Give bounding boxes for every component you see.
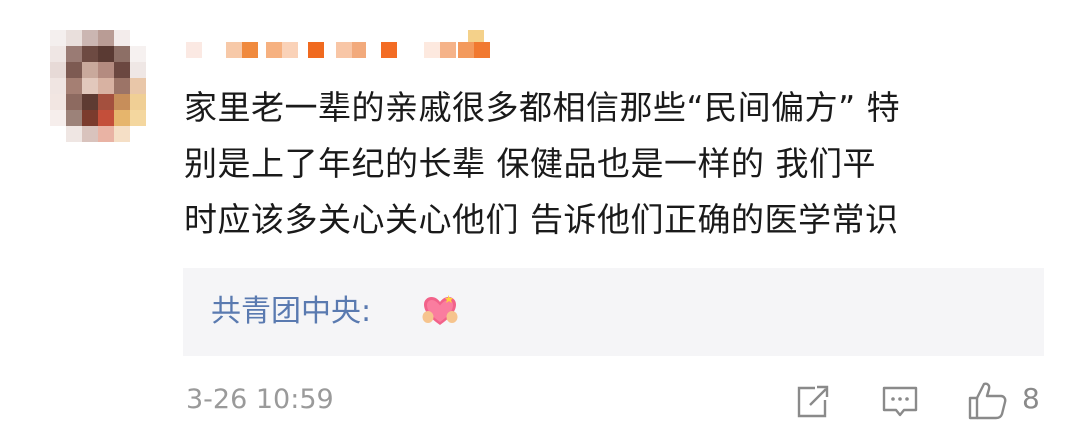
reply-box[interactable]: 共青团中央: (183, 268, 1044, 356)
comment-text: 家里老一辈的亲戚很多都相信那些“民间偏方” 特 别是上了年纪的长辈 保健品也是一… (184, 80, 1040, 248)
comment-line: 家里老一辈的亲戚很多都相信那些“民间偏方” 特 (184, 88, 901, 127)
username-masked[interactable] (186, 28, 496, 68)
comment-line: 时应该多关心关心他们 告诉他们正确的医学常识 (184, 200, 899, 239)
like-count: 8 (1022, 382, 1040, 415)
timestamp: 3-26 10:59 (186, 384, 334, 415)
thumbs-up-icon[interactable] (966, 378, 1010, 422)
reply-author[interactable]: 共青团中央: (211, 292, 371, 332)
avatar[interactable] (50, 30, 146, 142)
comment-line: 别是上了年纪的长辈 保健品也是一样的 我们平 (184, 144, 876, 183)
heart-hands-emoji-icon (421, 292, 459, 330)
comment-icon[interactable] (880, 378, 920, 422)
share-icon[interactable] (794, 378, 830, 422)
